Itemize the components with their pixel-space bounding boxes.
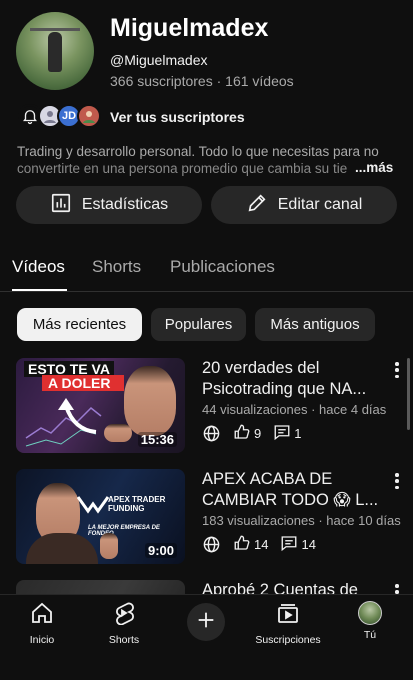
channel-stats: 366 suscriptores · 161 vídeos xyxy=(110,73,294,89)
thumbnail-hand xyxy=(104,424,132,442)
arrow-icon xyxy=(58,398,97,434)
channel-tabs: Vídeos Shorts Publicaciones xyxy=(0,246,413,292)
see-subscribers-link[interactable]: Ver tus suscriptores xyxy=(110,109,245,125)
tab-videos[interactable]: Vídeos xyxy=(12,257,65,277)
video-duration: 15:36 xyxy=(137,432,177,447)
nav-shorts-label: Shorts xyxy=(108,634,140,646)
comments-count: 14 xyxy=(301,536,316,552)
video-meta: 183 visualizaciones · hace 10 días xyxy=(202,513,401,528)
video-meta: 44 visualizaciones · hace 4 días xyxy=(202,402,387,417)
bar-chart-icon xyxy=(50,192,72,219)
bottom-navigation: Inicio Shorts Suscripciones Tú xyxy=(0,594,413,680)
nav-home-label: Inicio xyxy=(29,634,55,646)
globe-icon xyxy=(202,535,221,554)
thumbs-up-icon xyxy=(233,534,251,555)
thumbs-up-icon xyxy=(233,423,251,444)
subscribers-row[interactable]: JD Ver tus suscriptores xyxy=(18,102,408,130)
channel-avatar[interactable] xyxy=(16,12,94,90)
create-button[interactable] xyxy=(187,603,225,641)
comments-group: 1 xyxy=(273,423,301,444)
video-thumbnail[interactable]: ESTO TE VA A DOLER 15:36 xyxy=(16,358,185,453)
avatar-figure xyxy=(48,32,62,72)
apex-logo-icon xyxy=(76,496,110,514)
thumbnail-person xyxy=(124,366,176,436)
tab-shorts[interactable]: Shorts xyxy=(92,257,141,277)
channel-name: Miguelmadex xyxy=(110,14,269,42)
thumbnail-text: A DOLER xyxy=(42,375,125,391)
comments-count: 1 xyxy=(294,425,302,441)
pencil-icon xyxy=(246,192,268,219)
nav-subscriptions[interactable]: Suscripciones xyxy=(248,601,328,646)
video-stats: 14 14 xyxy=(202,534,322,554)
video-stats: 9 1 xyxy=(202,423,307,443)
chip-most-recent[interactable]: Más recientes xyxy=(17,308,142,341)
nav-you[interactable]: Tú xyxy=(330,601,410,641)
nav-shorts[interactable]: Shorts xyxy=(84,601,164,646)
video-item[interactable]: ESTO TE VA A DOLER 15:36 20 verdades del… xyxy=(16,358,413,458)
subscriber-avatar xyxy=(77,104,101,128)
likes-count: 9 xyxy=(254,425,262,441)
more-options-icon[interactable] xyxy=(391,360,403,380)
video-title[interactable]: APEX ACABA DE CAMBIAR TODO 😱 L... xyxy=(202,469,392,511)
avatar-bar xyxy=(30,28,80,31)
stats-button-label: Estadísticas xyxy=(81,196,169,213)
subscriptions-icon xyxy=(276,601,300,630)
more-options-icon[interactable] xyxy=(391,471,403,491)
video-title[interactable]: 20 verdades del Psicotrading que NA... xyxy=(202,358,392,400)
chip-oldest[interactable]: Más antiguos xyxy=(255,308,375,341)
likes-count: 14 xyxy=(254,536,269,552)
you-avatar xyxy=(358,601,382,625)
thumbnail-hand xyxy=(100,533,118,559)
stats-button[interactable]: Estadísticas xyxy=(16,186,202,224)
chip-popular[interactable]: Populares xyxy=(151,308,246,341)
description-line: convertirte en una persona promedio que … xyxy=(17,161,347,176)
scrollbar[interactable] xyxy=(407,358,410,430)
globe-icon xyxy=(202,424,221,443)
plus-icon xyxy=(195,609,217,636)
comments-group: 14 xyxy=(280,534,316,555)
channel-header: Miguelmadex @Miguelmadex 366 suscriptore… xyxy=(0,0,413,100)
tab-active-indicator xyxy=(12,289,67,291)
thumbnail-brand: APEX TRADER FUNDING xyxy=(108,495,166,513)
nav-home[interactable]: Inicio xyxy=(2,601,82,646)
channel-handle: @Miguelmadex xyxy=(110,52,208,68)
video-item[interactable]: APEX TRADER FUNDING LA MEJOR EMPRESA DE … xyxy=(16,469,413,569)
tab-posts[interactable]: Publicaciones xyxy=(170,257,275,277)
edit-channel-button-label: Editar canal xyxy=(277,196,363,213)
nav-subscriptions-label: Suscripciones xyxy=(255,634,321,646)
comment-icon xyxy=(280,534,298,555)
comment-icon xyxy=(273,423,291,444)
description-line: Trading y desarrollo personal. Todo lo q… xyxy=(17,144,379,159)
channel-description[interactable]: Trading y desarrollo personal. Todo lo q… xyxy=(17,143,407,177)
home-icon xyxy=(30,601,54,630)
nav-you-label: Tú xyxy=(363,629,377,641)
edit-channel-button[interactable]: Editar canal xyxy=(211,186,397,224)
more-link[interactable]: ...más xyxy=(355,160,393,175)
likes-group: 14 xyxy=(233,534,268,555)
likes-group: 9 xyxy=(233,423,261,444)
shorts-icon xyxy=(112,601,136,630)
video-duration: 9:00 xyxy=(144,543,177,558)
video-thumbnail[interactable]: APEX TRADER FUNDING LA MEJOR EMPRESA DE … xyxy=(16,469,185,564)
thumbnail-shirt xyxy=(26,533,98,564)
